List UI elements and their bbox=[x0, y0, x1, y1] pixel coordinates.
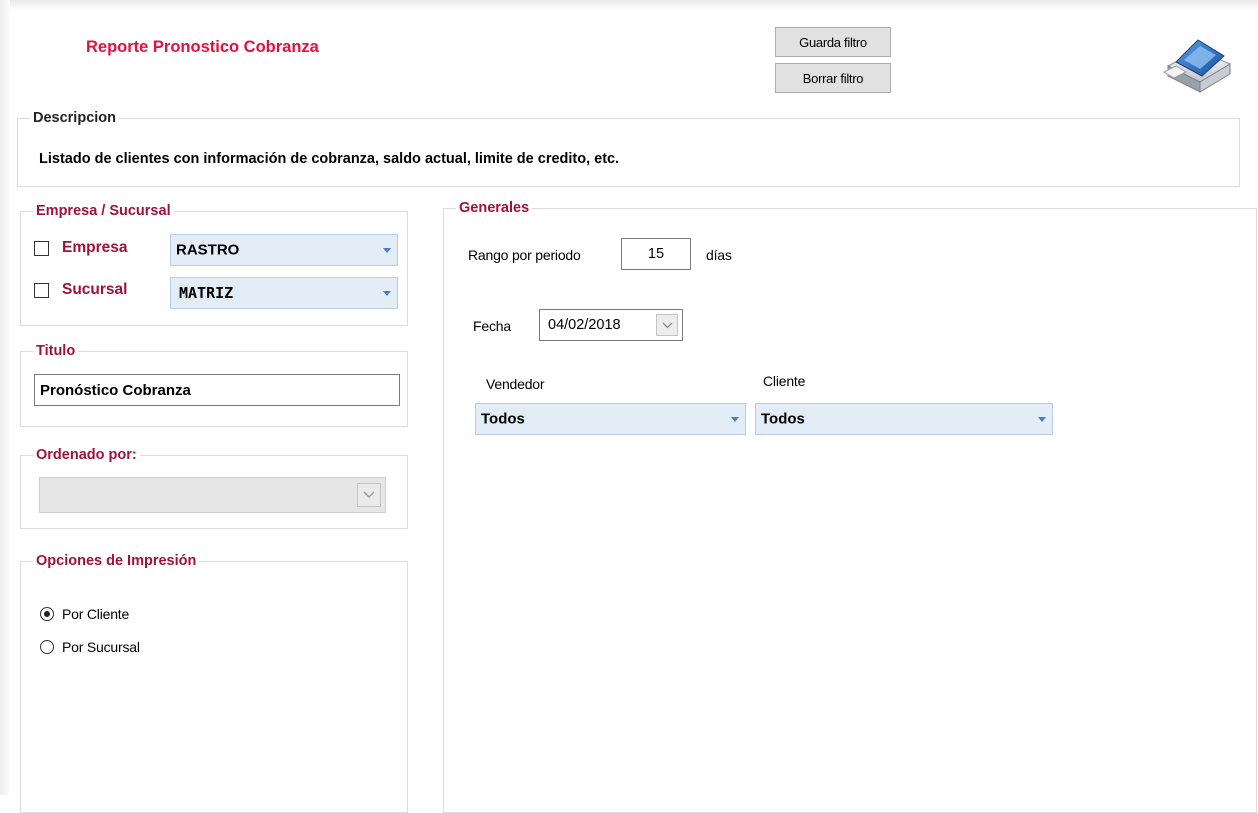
cliente-label: Cliente bbox=[763, 373, 806, 389]
rango-label: Rango por periodo bbox=[468, 247, 581, 263]
descripcion-text: Listado de clientes con información de c… bbox=[39, 151, 620, 167]
opciones-legend: Opciones de Impresión bbox=[36, 553, 197, 569]
empresa-checkbox[interactable] bbox=[34, 241, 49, 256]
generales-group: Generales bbox=[443, 200, 1257, 813]
por-sucursal-radio[interactable] bbox=[40, 640, 54, 654]
printer-icon[interactable] bbox=[1162, 26, 1234, 98]
vendedor-select-value: Todos bbox=[481, 410, 525, 428]
descripcion-group: Descripcion bbox=[17, 110, 1240, 187]
rango-unit: días bbox=[706, 247, 732, 263]
empresa-select-value: RASTRO bbox=[176, 241, 240, 259]
por-cliente-label: Por Cliente bbox=[62, 606, 130, 622]
chevron-down-icon bbox=[1038, 417, 1046, 422]
chevron-down-icon bbox=[383, 291, 391, 296]
sucursal-label: Sucursal bbox=[62, 281, 128, 298]
titulo-legend: Titulo bbox=[36, 343, 76, 359]
rango-input[interactable]: 15 bbox=[621, 238, 691, 270]
chevron-down-icon bbox=[383, 248, 391, 253]
ordenado-select[interactable] bbox=[39, 477, 386, 513]
fecha-label: Fecha bbox=[473, 318, 511, 334]
titulo-input[interactable]: Pronóstico Cobranza bbox=[34, 374, 400, 406]
save-filter-button[interactable]: Guarda filtro bbox=[775, 27, 891, 57]
empresa-select[interactable]: RASTRO bbox=[170, 234, 398, 266]
chevron-down-glyph bbox=[363, 491, 375, 498]
empresa-label: Empresa bbox=[62, 239, 128, 256]
opciones-group: Opciones de Impresión bbox=[20, 553, 408, 813]
clear-filter-button[interactable]: Borrar filtro bbox=[775, 63, 891, 93]
sucursal-checkbox[interactable] bbox=[34, 283, 49, 298]
descripcion-legend: Descripcion bbox=[33, 110, 116, 126]
ordenado-legend: Ordenado por: bbox=[36, 447, 137, 463]
window-top-shade bbox=[0, 0, 1258, 10]
fecha-picker[interactable]: 04/02/2018 bbox=[539, 309, 683, 341]
vendedor-select[interactable]: Todos bbox=[475, 403, 746, 435]
fecha-value: 04/02/2018 bbox=[548, 317, 621, 333]
por-cliente-radio[interactable] bbox=[40, 607, 54, 621]
cliente-select-value: Todos bbox=[761, 410, 805, 428]
printer-icon-graphic bbox=[1162, 39, 1232, 93]
window-left-edge bbox=[0, 0, 10, 795]
titulo-input-value: Pronóstico Cobranza bbox=[40, 382, 191, 399]
report-title: Reporte Pronostico Cobranza bbox=[86, 38, 319, 56]
chevron-down-icon bbox=[357, 483, 381, 507]
cliente-select[interactable]: Todos bbox=[755, 403, 1053, 435]
empresa-sucursal-legend: Empresa / Sucursal bbox=[36, 203, 171, 219]
por-sucursal-label: Por Sucursal bbox=[62, 639, 140, 655]
vendedor-label: Vendedor bbox=[486, 376, 545, 392]
chevron-down-glyph bbox=[662, 322, 672, 328]
generales-legend: Generales bbox=[459, 200, 530, 216]
chevron-down-icon bbox=[731, 417, 739, 422]
sucursal-select-value: MATRIZ bbox=[179, 284, 234, 302]
calendar-dropdown-icon[interactable] bbox=[656, 314, 678, 336]
sucursal-select[interactable]: MATRIZ bbox=[170, 277, 398, 309]
